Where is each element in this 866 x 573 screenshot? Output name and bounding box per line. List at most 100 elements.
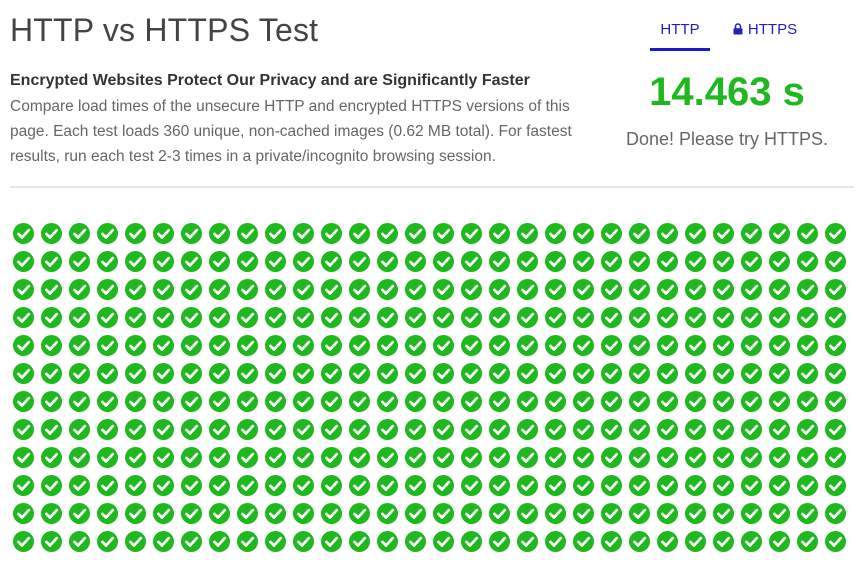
check-circle-icon	[657, 391, 678, 412]
check-circle-icon	[769, 419, 790, 440]
check-circle-icon	[545, 475, 566, 496]
check-circle-icon	[41, 419, 62, 440]
check-circle-icon	[797, 251, 818, 272]
check-circle-icon	[97, 307, 118, 328]
check-circle-icon	[209, 391, 230, 412]
check-circle-icon	[573, 279, 594, 300]
check-circle-icon	[797, 279, 818, 300]
check-circle-icon	[573, 503, 594, 524]
check-circle-icon	[517, 475, 538, 496]
check-circle-icon	[517, 335, 538, 356]
check-circle-icon	[685, 223, 706, 244]
check-circle-icon	[405, 531, 426, 552]
check-circle-icon	[741, 251, 762, 272]
check-circle-icon	[685, 335, 706, 356]
check-circle-icon	[293, 363, 314, 384]
check-circle-icon	[181, 531, 202, 552]
check-circle-icon	[741, 363, 762, 384]
check-circle-icon	[657, 335, 678, 356]
check-circle-icon	[769, 251, 790, 272]
check-circle-icon	[769, 307, 790, 328]
check-circle-icon	[825, 447, 846, 468]
check-circle-icon	[489, 251, 510, 272]
check-circle-icon	[433, 223, 454, 244]
status-message: Done! Please try HTTPS.	[625, 129, 829, 149]
check-circle-icon	[265, 531, 286, 552]
check-circle-icon	[545, 419, 566, 440]
check-circle-icon	[293, 279, 314, 300]
check-circle-icon	[41, 251, 62, 272]
check-circle-icon	[461, 363, 482, 384]
check-circle-icon	[125, 363, 146, 384]
check-circle-icon	[769, 503, 790, 524]
check-circle-icon	[657, 279, 678, 300]
check-circle-icon	[489, 307, 510, 328]
check-circle-icon	[769, 447, 790, 468]
check-circle-icon	[209, 279, 230, 300]
check-circle-icon	[13, 307, 34, 328]
check-circle-icon	[377, 279, 398, 300]
check-circle-icon	[181, 363, 202, 384]
check-circle-icon	[349, 503, 370, 524]
check-circle-icon	[685, 391, 706, 412]
check-circle-icon	[181, 251, 202, 272]
check-circle-icon	[825, 391, 846, 412]
check-circle-icon	[293, 251, 314, 272]
check-circle-icon	[769, 531, 790, 552]
check-circle-icon	[797, 223, 818, 244]
check-circle-icon	[573, 307, 594, 328]
check-circle-icon	[377, 251, 398, 272]
check-circle-icon	[153, 531, 174, 552]
check-circle-icon	[629, 307, 650, 328]
check-circle-icon	[573, 251, 594, 272]
check-circle-icon	[405, 251, 426, 272]
check-circle-icon	[797, 419, 818, 440]
tab-https[interactable]: HTTPS	[730, 17, 800, 51]
check-circle-icon	[69, 391, 90, 412]
check-circle-icon	[41, 335, 62, 356]
check-circle-icon	[629, 503, 650, 524]
tab-http[interactable]: HTTP	[650, 17, 710, 51]
check-circle-icon	[825, 279, 846, 300]
check-circle-icon	[825, 363, 846, 384]
check-circle-icon	[573, 447, 594, 468]
check-circle-icon	[265, 363, 286, 384]
check-circle-icon	[657, 447, 678, 468]
check-circle-icon	[237, 531, 258, 552]
check-circle-icon	[13, 503, 34, 524]
check-circle-icon	[153, 391, 174, 412]
check-circle-icon	[153, 335, 174, 356]
check-circle-icon	[629, 447, 650, 468]
check-circle-icon	[181, 475, 202, 496]
check-circle-icon	[713, 307, 734, 328]
check-circle-icon	[349, 251, 370, 272]
check-circle-icon	[13, 279, 34, 300]
check-circle-icon	[713, 475, 734, 496]
check-circle-icon	[153, 223, 174, 244]
headline: Encrypted Websites Protect Our Privacy a…	[10, 72, 530, 89]
check-circle-icon	[153, 503, 174, 524]
check-circle-icon	[97, 391, 118, 412]
check-circle-icon	[825, 503, 846, 524]
check-circle-icon	[545, 391, 566, 412]
check-circle-icon	[433, 335, 454, 356]
check-circle-icon	[181, 503, 202, 524]
check-circle-icon	[433, 391, 454, 412]
check-circle-icon	[657, 223, 678, 244]
tab-https-label: HTTPS	[747, 21, 798, 38]
check-circle-icon	[629, 531, 650, 552]
check-circle-icon	[769, 335, 790, 356]
check-circle-icon	[573, 419, 594, 440]
check-circle-icon	[517, 447, 538, 468]
check-circle-icon	[573, 335, 594, 356]
page-title: HTTP vs HTTPS Test	[10, 12, 319, 48]
check-circle-icon	[377, 391, 398, 412]
protocol-tabs: HTTP HTTPS	[650, 17, 860, 53]
check-circle-icon	[433, 447, 454, 468]
check-circle-icon	[377, 475, 398, 496]
check-circle-icon	[741, 391, 762, 412]
check-circle-icon	[685, 279, 706, 300]
check-circle-icon	[573, 363, 594, 384]
check-circle-icon	[41, 391, 62, 412]
check-circle-icon	[349, 475, 370, 496]
